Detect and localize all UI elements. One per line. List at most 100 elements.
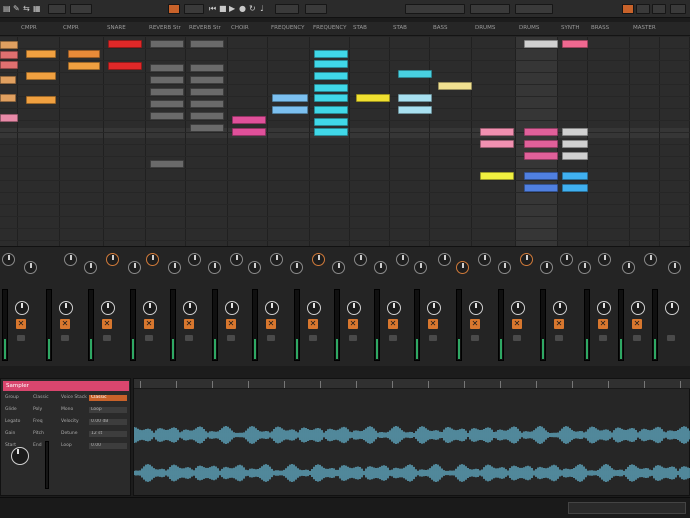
device-param-value[interactable]: Loop xyxy=(89,407,127,413)
close-icon[interactable]: ✕ xyxy=(144,319,154,329)
clip[interactable] xyxy=(398,94,432,102)
clip[interactable] xyxy=(314,60,348,68)
solo-button[interactable] xyxy=(429,335,437,341)
send-knob[interactable] xyxy=(106,253,119,266)
volume-knob[interactable] xyxy=(101,301,115,315)
clip[interactable] xyxy=(0,61,18,69)
solo-button[interactable] xyxy=(17,335,25,341)
pan-knob[interactable] xyxy=(168,261,181,274)
tempo-field[interactable] xyxy=(184,4,204,14)
track-header[interactable]: MASTER xyxy=(633,25,659,31)
solo-button[interactable] xyxy=(599,335,607,341)
pan-knob[interactable] xyxy=(414,261,427,274)
solo-button[interactable] xyxy=(471,335,479,341)
solo-button[interactable] xyxy=(555,335,563,341)
clip[interactable] xyxy=(108,62,142,70)
send-knob[interactable] xyxy=(270,253,283,266)
close-icon[interactable]: ✕ xyxy=(102,319,112,329)
clip[interactable] xyxy=(562,184,588,192)
clip[interactable] xyxy=(480,140,514,148)
clip[interactable] xyxy=(562,152,588,160)
clip[interactable] xyxy=(190,40,224,48)
position-display[interactable] xyxy=(275,4,299,14)
volume-knob[interactable] xyxy=(347,301,361,315)
send-knob[interactable] xyxy=(396,253,409,266)
clip[interactable] xyxy=(272,106,308,114)
clip[interactable] xyxy=(562,172,588,180)
clip[interactable] xyxy=(26,72,56,80)
solo-button[interactable] xyxy=(309,335,317,341)
clip[interactable] xyxy=(190,76,224,84)
clip[interactable] xyxy=(190,64,224,72)
track-header[interactable]: BASS xyxy=(433,25,471,31)
device-param-value[interactable]: 12 st xyxy=(89,431,127,437)
arrange-view-button[interactable] xyxy=(636,4,650,14)
solo-button[interactable] xyxy=(633,335,641,341)
clip[interactable] xyxy=(314,106,348,114)
track-header[interactable]: CHOIR xyxy=(231,25,267,31)
clip[interactable] xyxy=(26,50,56,58)
send-knob[interactable] xyxy=(560,253,573,266)
clip[interactable] xyxy=(150,100,184,108)
play-icon[interactable]: ▶ xyxy=(229,3,235,15)
clip[interactable] xyxy=(190,100,224,108)
track-header[interactable]: CMPR xyxy=(63,25,103,31)
close-icon[interactable]: ✕ xyxy=(16,319,26,329)
clip[interactable] xyxy=(562,40,588,48)
track-header[interactable]: REVERB Str xyxy=(189,25,227,31)
track-header[interactable]: REVERB Str xyxy=(149,25,185,31)
pan-knob[interactable] xyxy=(290,261,303,274)
clip[interactable] xyxy=(314,128,348,136)
mix-view-button[interactable] xyxy=(622,4,634,14)
clip[interactable] xyxy=(150,76,184,84)
stop-icon[interactable]: ■ xyxy=(219,3,227,15)
close-icon[interactable]: ✕ xyxy=(348,319,358,329)
volume-knob[interactable] xyxy=(387,301,401,315)
record-icon[interactable]: ● xyxy=(239,3,246,15)
track-header[interactable]: CMPR xyxy=(21,25,59,31)
close-icon[interactable]: ✕ xyxy=(388,319,398,329)
clip[interactable] xyxy=(524,40,558,48)
add-button[interactable] xyxy=(168,4,180,14)
clip[interactable] xyxy=(524,128,558,136)
close-icon[interactable]: ✕ xyxy=(428,319,438,329)
device-param-value[interactable]: Classic xyxy=(89,395,127,401)
pan-knob[interactable] xyxy=(622,261,635,274)
track-header[interactable]: DRUMS xyxy=(519,25,557,31)
solo-button[interactable] xyxy=(145,335,153,341)
dashboard-icon[interactable]: ▦ xyxy=(33,3,41,15)
volume-knob[interactable] xyxy=(553,301,567,315)
solo-button[interactable] xyxy=(667,335,675,341)
clip[interactable] xyxy=(68,62,100,70)
close-icon[interactable]: ✕ xyxy=(554,319,564,329)
device-param-value[interactable]: 0.00 xyxy=(89,443,127,449)
track-header[interactable]: SYNTH xyxy=(561,25,587,31)
pan-knob[interactable] xyxy=(332,261,345,274)
pan-knob[interactable] xyxy=(668,261,681,274)
track-header[interactable]: SNARE xyxy=(107,25,145,31)
track-header[interactable]: STAB xyxy=(353,25,389,31)
clip[interactable] xyxy=(314,50,348,58)
send-knob[interactable] xyxy=(64,253,77,266)
clip[interactable] xyxy=(480,172,514,180)
view-selector[interactable] xyxy=(515,4,553,14)
clip[interactable] xyxy=(398,106,432,114)
pan-knob[interactable] xyxy=(374,261,387,274)
clip[interactable] xyxy=(26,96,56,104)
clip[interactable] xyxy=(438,82,472,90)
pan-knob[interactable] xyxy=(208,261,221,274)
send-knob[interactable] xyxy=(354,253,367,266)
clip[interactable] xyxy=(524,184,558,192)
pan-knob[interactable] xyxy=(578,261,591,274)
amp-knob[interactable] xyxy=(11,447,29,465)
track-header[interactable]: BRASS xyxy=(591,25,629,31)
clip[interactable] xyxy=(150,112,184,120)
clip[interactable] xyxy=(562,140,588,148)
clip[interactable] xyxy=(314,84,348,92)
pan-knob[interactable] xyxy=(24,261,37,274)
project-button[interactable] xyxy=(70,4,92,14)
clip[interactable] xyxy=(314,118,348,126)
pan-knob[interactable] xyxy=(498,261,511,274)
close-icon[interactable]: ✕ xyxy=(512,319,522,329)
pan-knob[interactable] xyxy=(248,261,261,274)
